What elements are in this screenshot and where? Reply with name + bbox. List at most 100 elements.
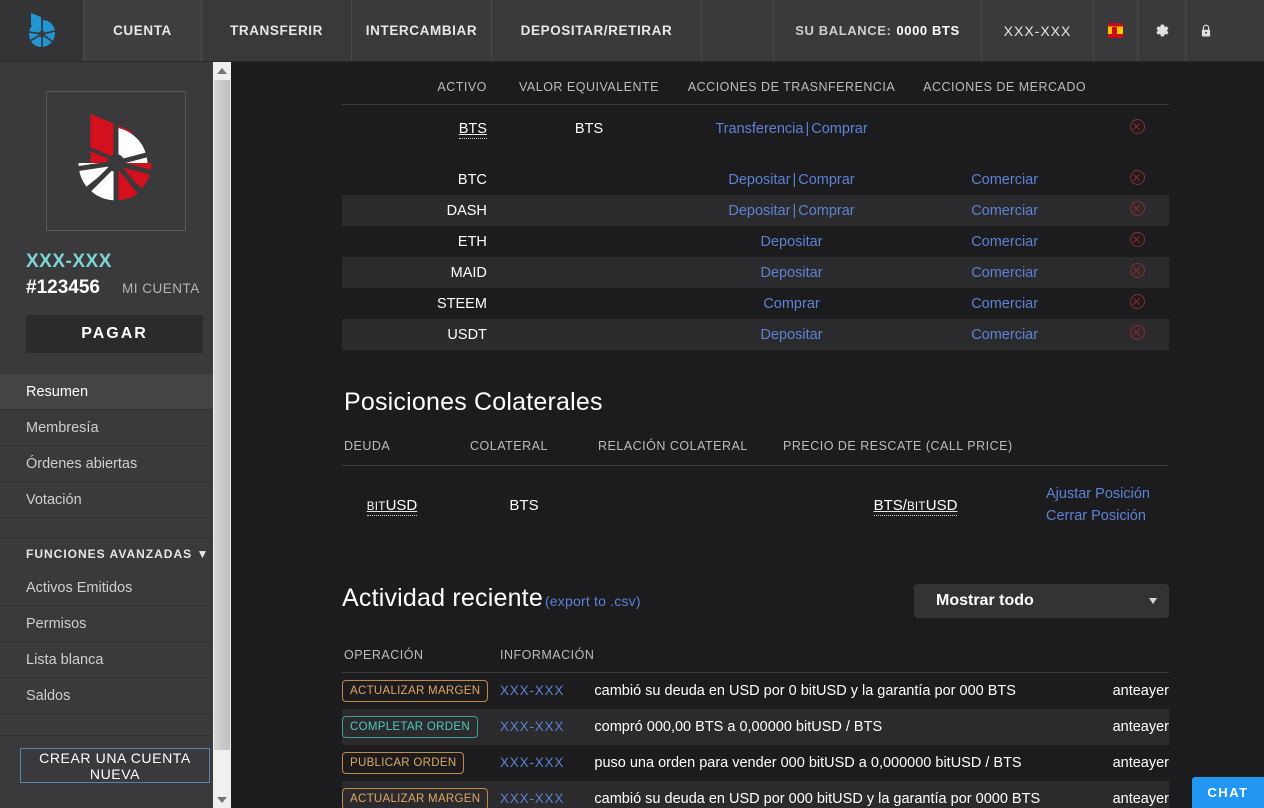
remove-icon[interactable] (1129, 170, 1145, 185)
list-item: ACTUALIZAR MARGEN XXX-XXX cambió su deud… (342, 672, 1169, 709)
activity-time: anteayer (1112, 754, 1169, 771)
activity-op-cell: COMPLETAR ORDEN (342, 709, 500, 745)
operation-badge[interactable]: ACTUALIZAR MARGEN (342, 679, 489, 702)
header-account-menu[interactable]: XXX-XXX (982, 0, 1094, 61)
table-row: STEEM Comprar Comerciar (342, 288, 1169, 319)
nav-transferir-label: TRANSFERIR (230, 23, 323, 38)
comerciar-link[interactable]: Comerciar (971, 172, 1038, 188)
language-selector[interactable] (1094, 0, 1138, 61)
comprar-link[interactable]: Comprar (811, 121, 867, 137)
actor-link[interactable]: XXX-XXX (500, 719, 564, 734)
activity-time: anteayer (1112, 682, 1169, 699)
export-csv-link[interactable]: (export to .csv) (545, 593, 641, 609)
sidebar: XXX-XXX #123456 MI CUENTA PAGAR Resumen … (0, 62, 231, 808)
asset-symbol: DASH (446, 202, 487, 219)
asset-market-actions: Comerciar (904, 164, 1105, 195)
sidebar-item-permisos-label: Permisos (26, 616, 87, 632)
asset-symbol: MAID (450, 264, 487, 281)
asset-transfer-actions: Depositar (679, 226, 904, 257)
account-identicon (75, 113, 154, 205)
asset-transfer-actions: Transferencia | Comprar (715, 120, 868, 137)
nav-depositar-retirar[interactable]: DEPOSITAR/RETIRAR (492, 0, 702, 61)
comprar-link[interactable]: Comprar (798, 203, 854, 219)
settings-button[interactable] (1138, 0, 1186, 61)
transferencia-link[interactable]: Transferencia (715, 121, 803, 137)
brand-logo[interactable] (0, 0, 84, 61)
comerciar-link[interactable]: Comerciar (971, 327, 1038, 343)
operation-badge[interactable]: ACTUALIZAR MARGEN (342, 787, 489, 808)
asset-remove-cell (1105, 105, 1169, 165)
asset-remove-cell (1105, 226, 1169, 257)
nav-cuenta[interactable]: CUENTA (84, 0, 202, 61)
sidebar-advanced-toggle[interactable]: FUNCIONES AVANZADAS ▼ (0, 538, 231, 570)
comerciar-link[interactable]: Comerciar (971, 203, 1038, 219)
sidebar-item-lista-blanca[interactable]: Lista blanca (0, 642, 231, 678)
col-valor-equivalente: VALOR EQUIVALENTE (498, 72, 680, 105)
asset-symbol: BTC (457, 171, 487, 188)
asset-symbol[interactable]: BTS (342, 105, 499, 165)
activity-time: anteayer (1112, 790, 1169, 807)
comprar-link[interactable]: Comprar (798, 172, 854, 188)
sidebar-item-permisos[interactable]: Permisos (0, 606, 231, 642)
sidebar-item-membresia[interactable]: Membresía (0, 410, 231, 446)
collateral-table: DEUDA COLATERAL RELACIÓN COLATERAL PRECI… (342, 439, 1169, 546)
lock-button[interactable] (1186, 0, 1226, 61)
asset-remove-cell (1105, 195, 1169, 226)
nav-spacer (702, 0, 774, 61)
balance-value: 0000 BTS (896, 23, 960, 38)
sidebar-item-ordenes-abiertas[interactable]: Órdenes abiertas (0, 446, 231, 482)
asset-transfer-actions: Depositar (679, 257, 904, 288)
comprar-link[interactable]: Comprar (763, 296, 819, 312)
remove-icon[interactable] (1129, 263, 1145, 278)
create-new-account-button[interactable]: CREAR UNA CUENTA NUEVA (20, 748, 210, 783)
sidebar-item-votacion[interactable]: Votación (0, 482, 231, 518)
scroll-down-arrow[interactable] (213, 791, 231, 808)
app-header: CUENTA TRANSFERIR INTERCAMBIAR DEPOSITAR… (0, 0, 1264, 62)
asset-market-actions: Comerciar (904, 288, 1105, 319)
nav-transferir[interactable]: TRANSFERIR (202, 0, 352, 61)
asset-market-actions: Comerciar (904, 257, 1105, 288)
depositar-link[interactable]: Depositar (760, 234, 822, 250)
ajustar-posicion-link[interactable]: Ajustar Posición (1046, 484, 1169, 506)
sidebar-divider-bottom (0, 714, 231, 736)
comerciar-link[interactable]: Comerciar (971, 234, 1038, 250)
remove-icon[interactable] (1129, 294, 1145, 309)
sidebar-item-membresia-label: Membresía (26, 420, 99, 436)
pay-button[interactable]: PAGAR (26, 315, 203, 353)
chat-button[interactable]: CHAT (1192, 777, 1264, 808)
nav-intercambiar-label: INTERCAMBIAR (365, 23, 478, 38)
activity-op-cell: ACTUALIZAR MARGEN (342, 672, 500, 709)
asset-symbol: USDT (447, 326, 487, 343)
sidebar-scrollbar[interactable] (213, 62, 231, 808)
collateral-call-price[interactable]: BTS/BITUSD (783, 466, 1018, 546)
activity-filter-dropdown[interactable]: Mostrar todo (914, 583, 1169, 618)
depositar-link[interactable]: Depositar (760, 327, 822, 343)
sidebar-item-activos-emitidos[interactable]: Activos Emitidos (0, 570, 231, 606)
depositar-link[interactable]: Depositar (760, 265, 822, 281)
scrollbar-thumb[interactable] (214, 80, 230, 750)
depositar-link[interactable]: Depositar (728, 172, 790, 188)
asset-remove-cell (1105, 164, 1169, 195)
cerrar-posicion-link[interactable]: Cerrar Posición (1046, 506, 1169, 528)
collateral-debt[interactable]: BITUSD (342, 466, 470, 546)
remove-icon[interactable] (1129, 119, 1145, 134)
operation-badge[interactable]: COMPLETAR ORDEN (342, 715, 478, 738)
remove-icon[interactable] (1129, 325, 1145, 340)
remove-icon[interactable] (1129, 232, 1145, 247)
actor-link[interactable]: XXX-XXX (500, 755, 564, 770)
comerciar-link[interactable]: Comerciar (971, 296, 1038, 312)
scroll-up-arrow[interactable] (213, 62, 231, 79)
sidebar-item-saldos[interactable]: Saldos (0, 678, 231, 714)
activity-description: puso una orden para vender 000 bitUSD a … (594, 754, 1022, 771)
actor-link[interactable]: XXX-XXX (500, 683, 564, 698)
sidebar-item-resumen-label: Resumen (26, 384, 89, 400)
sidebar-divider (0, 518, 231, 538)
sidebar-item-resumen[interactable]: Resumen (0, 374, 231, 410)
depositar-link[interactable]: Depositar (728, 203, 790, 219)
operation-badge[interactable]: PUBLICAR ORDEN (342, 751, 465, 774)
actor-link[interactable]: XXX-XXX (500, 791, 564, 806)
remove-icon[interactable] (1129, 201, 1145, 216)
nav-intercambiar[interactable]: INTERCAMBIAR (352, 0, 492, 61)
comerciar-link[interactable]: Comerciar (971, 265, 1038, 281)
table-row: BTC Depositar | Comprar Comerciar (342, 164, 1169, 195)
